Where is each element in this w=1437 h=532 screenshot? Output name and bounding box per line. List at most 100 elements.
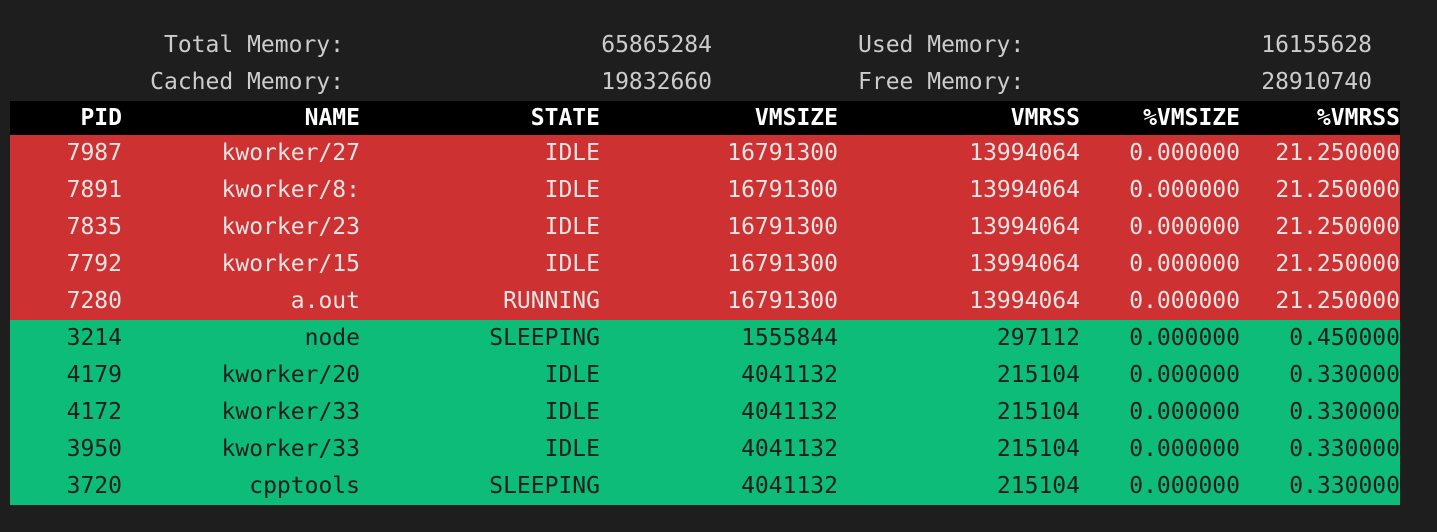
cell-state: RUNNING [503,288,600,314]
cell-pct-vmsize: 0.000000 [1129,214,1240,240]
table-row[interactable]: 7835 kworker/23 IDLE 16791300 13994064 0.0000… [10,209,1400,246]
table-row[interactable]: 3720 cpptools SLEEPING 4041132 215104 0.00000… [10,468,1400,505]
table-row[interactable]: 3214 node SLEEPING 1555844 297112 0.000000 0.4… [10,320,1400,357]
cell-pct-vmrss: 0.330000 [1289,473,1400,499]
column-header-pid[interactable]: PID [10,101,122,135]
cell-pct-vmrss: 0.450000 [1289,325,1400,351]
cell-name: kworker/33 [221,399,360,425]
cell-pct-vmrss: 0.330000 [1289,362,1400,388]
summary-row-2: Cached Memory: 19832660 Free Memory: 289… [0,64,1437,101]
cell-vmsize: 16791300 [727,251,838,277]
cell-name: node [304,325,360,351]
cell-name: kworker/23 [221,214,360,240]
cached-memory-label: Cached Memory: [150,69,344,95]
cell-vmrss: 13994064 [969,251,1080,277]
cell-vmsize: 16791300 [727,288,838,314]
cell-pid: 7835 [66,214,122,240]
cell-vmsize: 4041132 [741,436,838,462]
cell-pid: 3950 [66,436,122,462]
cell-pct-vmrss: 21.250000 [1275,214,1400,240]
table-row[interactable]: 7280 a.out RUNNING 16791300 13994064 0.000000… [10,283,1400,320]
total-memory-value: 65865284 [601,32,712,58]
cell-vmrss: 215104 [996,473,1080,499]
table-row[interactable]: 4179 kworker/20 IDLE 4041132 215104 0.000000 0… [10,357,1400,394]
cell-vmrss: 13994064 [969,288,1080,314]
cell-pid: 4172 [66,399,122,425]
column-header-name[interactable]: NAME [122,101,360,135]
free-memory-label: Free Memory: [858,69,1025,95]
cell-name: a.out [290,288,360,314]
cell-pct-vmrss: 0.330000 [1289,436,1400,462]
table-row[interactable]: 3950 kworker/33 IDLE 4041132 215104 0.000000 0… [10,431,1400,468]
cell-vmsize: 16791300 [727,177,838,203]
cell-state: SLEEPING [489,473,600,499]
table-row[interactable]: 7987 kworker/27 IDLE 16791300 13994064 0.0000… [10,135,1400,172]
cell-pid: 7987 [66,140,122,166]
cell-pid: 7792 [66,251,122,277]
cell-pct-vmrss: 0.330000 [1289,399,1400,425]
table-row[interactable]: 4172 kworker/33 IDLE 4041132 215104 0.000000 0… [10,394,1400,431]
cell-vmsize: 4041132 [741,362,838,388]
cell-pid: 4179 [66,362,122,388]
cell-pct-vmsize: 0.000000 [1129,325,1240,351]
table-header-row: PID NAME STATE VMSIZE VMRSS %VMSIZE %VMR… [10,101,1400,135]
column-header-vmrss[interactable]: VMRSS [838,101,1080,135]
cell-state: IDLE [544,140,600,166]
cell-vmrss: 215104 [996,436,1080,462]
cell-name: cpptools [249,473,360,499]
cell-vmsize: 1555844 [741,325,838,351]
column-header-vmsize[interactable]: VMSIZE [600,101,838,135]
cell-pct-vmsize: 0.000000 [1129,251,1240,277]
table-row[interactable]: 7792 kworker/15 IDLE 16791300 13994064 0.0000… [10,246,1400,283]
cell-name: kworker/33 [221,436,360,462]
total-memory-label: Total Memory: [163,32,344,58]
column-header-pct-vmrss[interactable]: %VMRSS [1240,101,1400,135]
cell-pct-vmsize: 0.000000 [1129,399,1240,425]
cell-name: kworker/15 [221,251,360,277]
cell-pct-vmsize: 0.000000 [1129,362,1240,388]
cell-vmrss: 13994064 [969,140,1080,166]
cell-pct-vmsize: 0.000000 [1129,140,1240,166]
process-table: PID NAME STATE VMSIZE VMRSS %VMSIZE %VMR… [10,101,1400,505]
cell-vmrss: 215104 [996,399,1080,425]
cell-state: IDLE [544,214,600,240]
cell-pct-vmsize: 0.000000 [1129,177,1240,203]
cell-vmsize: 16791300 [727,140,838,166]
cell-vmrss: 215104 [996,362,1080,388]
cell-state: SLEEPING [489,325,600,351]
cached-memory-value: 19832660 [601,69,712,95]
cell-pct-vmsize: 0.000000 [1129,288,1240,314]
cell-vmsize: 16791300 [727,214,838,240]
cell-pct-vmsize: 0.000000 [1129,436,1240,462]
cell-pct-vmsize: 0.000000 [1129,473,1240,499]
cell-pct-vmrss: 21.250000 [1275,288,1400,314]
summary-row-1: Total Memory: 65865284 Used Memory: 1615… [0,27,1437,64]
memory-summary: Total Memory: 65865284 Used Memory: 1615… [0,27,1437,101]
cell-name: kworker/27 [221,140,360,166]
cell-name: kworker/8: [221,177,360,203]
free-memory-value: 28910740 [1261,69,1372,95]
cell-pid: 3214 [66,325,122,351]
cell-pid: 7280 [66,288,122,314]
cell-name: kworker/20 [221,362,360,388]
cell-vmsize: 4041132 [741,473,838,499]
column-header-state[interactable]: STATE [360,101,600,135]
table-row[interactable]: 7891 kworker/8: IDLE 16791300 13994064 0.0000… [10,172,1400,209]
column-header-pct-vmsize[interactable]: %VMSIZE [1080,101,1240,135]
cell-vmrss: 13994064 [969,177,1080,203]
cell-vmrss: 13994064 [969,214,1080,240]
cell-pid: 3720 [66,473,122,499]
cell-state: IDLE [544,436,600,462]
cell-pct-vmrss: 21.250000 [1275,140,1400,166]
cell-state: IDLE [544,399,600,425]
cell-pct-vmrss: 21.250000 [1275,177,1400,203]
cell-state: IDLE [544,251,600,277]
used-memory-label: Used Memory: [858,32,1025,58]
cell-vmrss: 297112 [996,325,1080,351]
used-memory-value: 16155628 [1261,32,1372,58]
cell-state: IDLE [544,177,600,203]
cell-state: IDLE [544,362,600,388]
cell-pid: 7891 [66,177,122,203]
cell-pct-vmrss: 21.250000 [1275,251,1400,277]
cell-vmsize: 4041132 [741,399,838,425]
